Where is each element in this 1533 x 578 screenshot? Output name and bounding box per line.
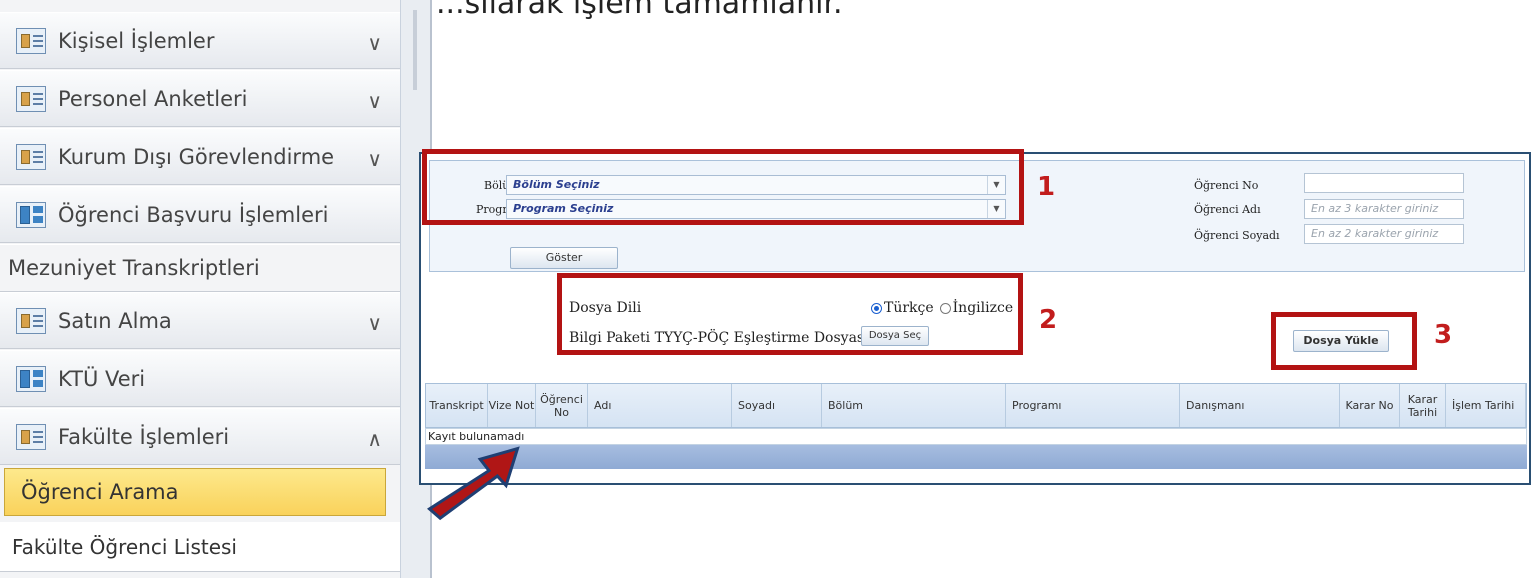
callout-box-1 xyxy=(422,149,1024,225)
results-table-header: Transkript Vize Not Öğrenci No Adı Soyad… xyxy=(425,383,1527,428)
ogrenci-no-label: Öğrenci No xyxy=(1194,179,1259,192)
col-danismani[interactable]: Danışmanı xyxy=(1180,384,1340,427)
sidebar-item-label: Öğrenci Başvuru İşlemleri xyxy=(58,202,329,227)
col-karar-no[interactable]: Karar No xyxy=(1340,384,1400,427)
ogrenci-adi-label: Öğrenci Adı xyxy=(1194,203,1261,216)
sidebar-item-label: Personel Anketleri xyxy=(58,86,248,111)
col-bolum[interactable]: Bölüm xyxy=(822,384,1006,427)
sidebar-item-fakulte-ogrenci-listesi[interactable]: Fakülte Öğrenci Listesi xyxy=(0,522,400,572)
sidebar-item-label: Fakülte Öğrenci Listesi xyxy=(12,535,237,559)
table-footer-bar xyxy=(425,445,1527,469)
chevron-down-icon: ∨ xyxy=(367,89,382,113)
callout-number-1: 1 xyxy=(1037,172,1056,202)
goster-button[interactable]: Göster xyxy=(510,247,618,269)
sidebar-item-ogrenci-arama[interactable]: Öğrenci Arama xyxy=(4,468,386,516)
sidebar-item-mezuniyet-transkriptleri[interactable]: Mezuniyet Transkriptleri xyxy=(0,244,400,292)
callout-box-2 xyxy=(557,273,1023,355)
sidebar-item-label: Öğrenci Arama xyxy=(21,480,179,504)
sidebar-item-label: Fakülte İşlemleri xyxy=(58,424,230,449)
sidebar-item-fakulte-islemleri[interactable]: Fakülte İşlemleri ∧ xyxy=(0,408,400,465)
col-islem-tarihi[interactable]: İşlem Tarihi xyxy=(1446,384,1526,427)
ogrenci-soyadi-input[interactable]: En az 2 karakter giriniz xyxy=(1304,224,1464,244)
ogrenci-soyadi-label: Öğrenci Soyadı xyxy=(1194,229,1280,242)
form-icon xyxy=(16,307,46,334)
col-adi[interactable]: Adı xyxy=(588,384,732,427)
sidebar-item-label: Satın Alma xyxy=(58,308,172,333)
col-karar-tarihi[interactable]: Karar Tarihi xyxy=(1400,384,1446,427)
sidebar-menu: Kişisel İşlemler ∨ Personel Anketleri ∨ … xyxy=(0,0,432,578)
chevron-down-icon: ∨ xyxy=(367,311,382,335)
callout-box-3 xyxy=(1271,312,1417,370)
window-icon xyxy=(16,365,46,392)
form-icon xyxy=(16,423,46,450)
sidebar-item-satin-alma[interactable]: Satın Alma ∨ xyxy=(0,292,400,349)
chevron-down-icon: ∨ xyxy=(367,147,382,171)
form-icon xyxy=(16,27,46,54)
window-icon xyxy=(16,201,46,228)
form-icon xyxy=(16,143,46,170)
col-vize-not[interactable]: Vize Not xyxy=(488,384,536,427)
col-transkript[interactable]: Transkript xyxy=(426,384,488,427)
empty-table-message: Kayıt bulunamadı xyxy=(425,428,1527,445)
col-ogrenci-no[interactable]: Öğrenci No xyxy=(536,384,588,427)
sidebar-item-label: Kişisel İşlemler xyxy=(58,28,215,53)
chevron-down-icon: ∨ xyxy=(367,31,382,55)
sidebar-item-label: KTÜ Veri xyxy=(58,366,146,391)
sidebar-item-kurum-disi-gorevlendirme[interactable]: Kurum Dışı Görevlendirme ∨ xyxy=(0,128,400,185)
callout-number-2: 2 xyxy=(1039,305,1058,335)
sidebar-item-ktu-veri[interactable]: KTÜ Veri xyxy=(0,350,400,407)
instruction-text: ...sılarak işlem tamamlanır. xyxy=(436,0,843,21)
ogrenci-adi-input[interactable]: En az 3 karakter giriniz xyxy=(1304,199,1464,219)
col-soyadi[interactable]: Soyadı xyxy=(732,384,822,427)
chevron-up-icon: ∧ xyxy=(367,427,382,451)
sidebar-item-kisisel-islemler[interactable]: Kişisel İşlemler ∨ xyxy=(0,12,400,69)
form-icon xyxy=(16,85,46,112)
sidebar-item-label: Mezuniyet Transkriptleri xyxy=(8,256,260,280)
col-programi[interactable]: Programı xyxy=(1006,384,1180,427)
callout-number-3: 3 xyxy=(1434,320,1453,350)
sidebar-item-ogrenci-basvuru-islemleri[interactable]: Öğrenci Başvuru İşlemleri xyxy=(0,186,400,243)
sidebar-item-personel-anketleri[interactable]: Personel Anketleri ∨ xyxy=(0,70,400,127)
red-arrow-icon xyxy=(427,446,520,521)
sidebar-item-label: Kurum Dışı Görevlendirme xyxy=(58,144,335,169)
ogrenci-no-input[interactable] xyxy=(1304,173,1464,193)
